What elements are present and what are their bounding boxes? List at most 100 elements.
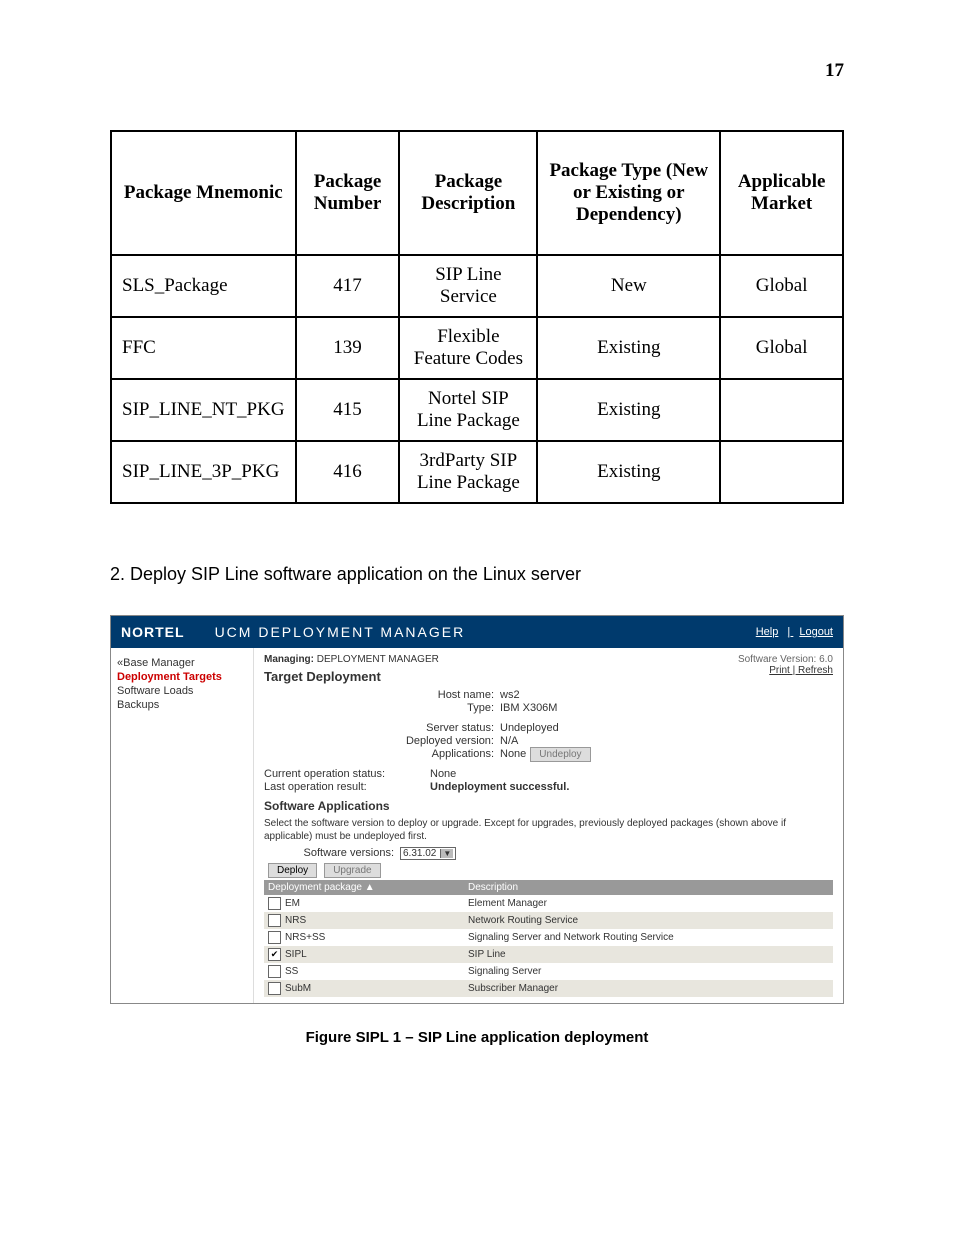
pkg-checkbox[interactable] (268, 931, 281, 944)
managing-value: DEPLOYMENT MANAGER (317, 654, 439, 665)
undeploy-button[interactable]: Undeploy (530, 747, 590, 762)
pkg-name: NRS+SS (285, 932, 325, 943)
pkg-header-desc: Description (468, 882, 518, 893)
pkg-name: SS (285, 966, 298, 977)
software-applications-heading: Software Applications (264, 799, 833, 813)
pkg-checkbox[interactable] (268, 948, 281, 961)
step-text: 2. Deploy SIP Line software application … (110, 564, 844, 585)
cell-market (720, 379, 843, 441)
hostname-value: ws2 (500, 689, 520, 701)
cell-market: Global (720, 317, 843, 379)
cell-number: 139 (296, 317, 400, 379)
pkg-row: EM Element Manager (264, 895, 833, 912)
table-row: SIP_LINE_3P_PKG 416 3rdParty SIP Line Pa… (111, 441, 843, 503)
pkg-desc: Network Routing Service (468, 915, 578, 926)
current-op-value: None (430, 768, 456, 780)
managing-label: Managing: (264, 654, 314, 665)
applications-value: NoneUndeploy (500, 748, 591, 760)
cell-number: 416 (296, 441, 400, 503)
app-title: UCM DEPLOYMENT MANAGER (185, 624, 750, 640)
header-links: Help | Logout (750, 626, 833, 638)
nortel-logo: NORTEL (121, 624, 185, 640)
sw-versions-select[interactable]: 6.31.02▼ (400, 847, 456, 860)
pkg-checkbox[interactable] (268, 914, 281, 927)
header-divider: | (787, 626, 793, 638)
sw-versions-label: Software versions: (264, 847, 400, 860)
pkg-name: SIPL (285, 949, 307, 960)
target-deployment-heading: Target Deployment (264, 669, 381, 684)
th-market: Applicable Market (720, 131, 843, 255)
current-op-label: Current operation status: (264, 768, 430, 780)
main-panel: Software Version: 6.0 Managing: DEPLOYME… (254, 648, 843, 1003)
type-value: IBM X306M (500, 702, 557, 714)
table-row: SIP_LINE_NT_PKG 415 Nortel SIP Line Pack… (111, 379, 843, 441)
cell-market (720, 441, 843, 503)
logout-link[interactable]: Logout (799, 626, 833, 638)
last-op-value: Undeployment successful. (430, 781, 569, 793)
th-mnemonic: Package Mnemonic (111, 131, 296, 255)
cell-desc: 3rdParty SIP Line Package (399, 441, 537, 503)
pkg-header-name[interactable]: Deployment package ▲ (268, 882, 468, 893)
pkg-row: SubM Subscriber Manager (264, 980, 833, 997)
server-status-value: Undeployed (500, 722, 559, 734)
deploy-button[interactable]: Deploy (268, 863, 317, 878)
pkg-row: SIPL SIP Line (264, 946, 833, 963)
cell-desc: Nortel SIP Line Package (399, 379, 537, 441)
deployment-manager-screenshot: NORTEL UCM DEPLOYMENT MANAGER Help | Log… (110, 615, 844, 1004)
pkg-desc: Element Manager (468, 898, 547, 909)
pkg-list-header: Deployment package ▲ Description (264, 880, 833, 895)
pkg-row: NRS Network Routing Service (264, 912, 833, 929)
cell-type: Existing (537, 379, 720, 441)
pkg-name: EM (285, 898, 300, 909)
pkg-checkbox[interactable] (268, 897, 281, 910)
package-table: Package Mnemonic Package Number Package … (110, 130, 844, 504)
deployed-version-value: N/A (500, 735, 518, 747)
cell-type: Existing (537, 441, 720, 503)
th-type: Package Type (New or Existing or Depende… (537, 131, 720, 255)
table-row: FFC 139 Flexible Feature Codes Existing … (111, 317, 843, 379)
pkg-name: NRS (285, 915, 306, 926)
cell-desc: Flexible Feature Codes (399, 317, 537, 379)
last-op-label: Last operation result: (264, 781, 430, 793)
upgrade-button[interactable]: Upgrade (324, 863, 380, 878)
sidebar: «Base Manager Deployment Targets Softwar… (111, 648, 254, 1003)
deployed-version-label: Deployed version: (264, 735, 500, 747)
pkg-desc: Signaling Server (468, 966, 541, 977)
cell-market: Global (720, 255, 843, 317)
pkg-desc: Subscriber Manager (468, 983, 558, 994)
pkg-checkbox[interactable] (268, 982, 281, 995)
sidebar-software-loads[interactable]: Software Loads (117, 684, 247, 698)
software-applications-note: Select the software version to deploy or… (264, 817, 833, 843)
table-header-row: Package Mnemonic Package Number Package … (111, 131, 843, 255)
hostname-label: Host name: (264, 689, 500, 701)
sidebar-deployment-targets[interactable]: Deployment Targets (117, 670, 247, 684)
pkg-desc: SIP Line (468, 949, 506, 960)
cell-number: 417 (296, 255, 400, 317)
server-status-label: Server status: (264, 722, 500, 734)
applications-label: Applications: (264, 748, 500, 760)
th-description: Package Description (399, 131, 537, 255)
pkg-checkbox[interactable] (268, 965, 281, 978)
cell-number: 415 (296, 379, 400, 441)
figure-caption: Figure SIPL 1 – SIP Line application dep… (110, 1029, 844, 1046)
type-label: Type: (264, 702, 500, 714)
cell-type: Existing (537, 317, 720, 379)
pkg-row: SS Signaling Server (264, 963, 833, 980)
cell-mnemonic: SIP_LINE_NT_PKG (111, 379, 296, 441)
cell-desc: SIP Line Service (399, 255, 537, 317)
pkg-name: SubM (285, 983, 311, 994)
th-number: Package Number (296, 131, 400, 255)
page-number: 17 (825, 60, 844, 82)
table-row: SLS_Package 417 SIP Line Service New Glo… (111, 255, 843, 317)
sidebar-backups[interactable]: Backups (117, 698, 247, 712)
chevron-down-icon: ▼ (440, 849, 453, 858)
help-link[interactable]: Help (756, 626, 779, 638)
cell-mnemonic: SLS_Package (111, 255, 296, 317)
cell-mnemonic: SIP_LINE_3P_PKG (111, 441, 296, 503)
sidebar-base-manager[interactable]: «Base Manager (117, 656, 247, 670)
print-refresh-links[interactable]: Print | Refresh (769, 665, 833, 676)
software-version-label: Software Version: 6.0 (738, 654, 833, 665)
cell-mnemonic: FFC (111, 317, 296, 379)
pkg-desc: Signaling Server and Network Routing Ser… (468, 932, 674, 943)
pkg-row: NRS+SS Signaling Server and Network Routi… (264, 929, 833, 946)
